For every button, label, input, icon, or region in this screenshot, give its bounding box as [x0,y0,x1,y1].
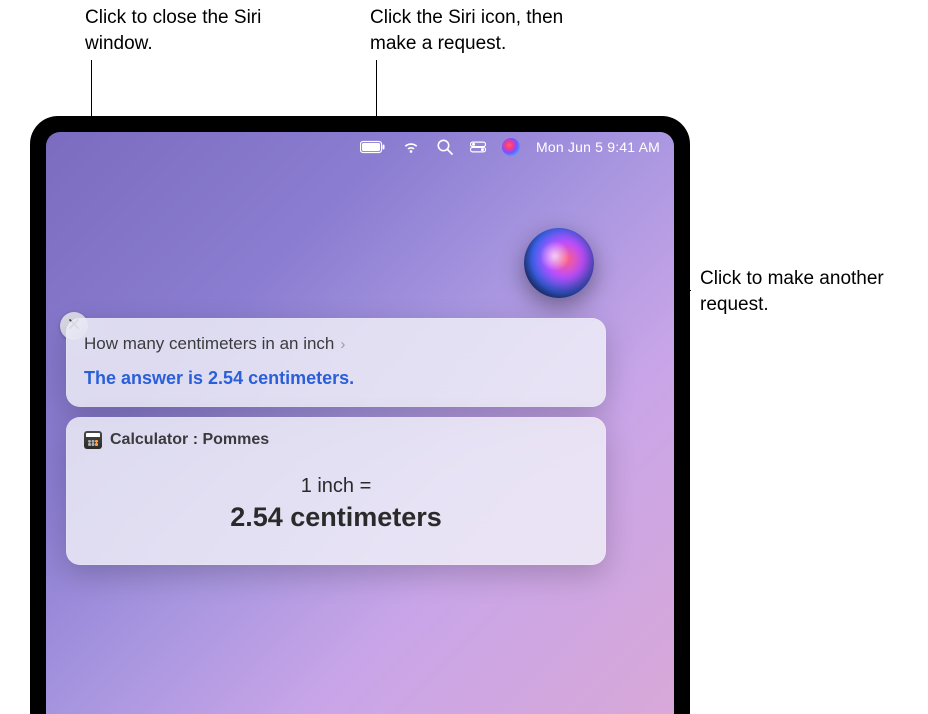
callout-orb: Click to make another request. [700,266,920,317]
device-frame: Mon Jun 5 9:41 AM How many centimeters i… [30,116,690,714]
siri-response-card: How many centimeters in an inch › The an… [66,318,606,407]
knowledge-source-row: Calculator : Pommes [84,431,588,449]
siri-answer-text: The answer is 2.54 centimeters. [84,368,588,389]
chevron-right-icon: › [340,336,345,353]
wifi-icon[interactable] [402,138,420,156]
siri-query-row[interactable]: How many centimeters in an inch › [84,334,588,354]
menubar-clock[interactable]: Mon Jun 5 9:41 AM [536,139,660,155]
callout-menubar: Click the Siri icon, then make a request… [370,5,610,56]
control-center-icon[interactable] [470,140,486,154]
equation: 1 inch = 2.54 centimeters [84,475,588,533]
siri-panel: How many centimeters in an inch › The an… [66,228,606,565]
equation-line-2: 2.54 centimeters [84,502,588,533]
knowledge-source-label: Calculator : Pommes [110,431,269,449]
equation-line-1: 1 inch = [84,475,588,498]
calculator-icon [84,431,102,449]
siri-orb-button[interactable] [524,228,594,298]
screen: Mon Jun 5 9:41 AM How many centimeters i… [46,132,674,714]
siri-menubar-icon[interactable] [502,138,520,156]
battery-icon[interactable] [360,140,386,154]
siri-knowledge-card: Calculator : Pommes 1 inch = 2.54 centim… [66,417,606,565]
spotlight-icon[interactable] [436,138,454,156]
menubar: Mon Jun 5 9:41 AM [46,132,674,162]
callout-close: Click to close the Siri window. [85,5,285,56]
siri-query-text: How many centimeters in an inch [84,334,334,354]
